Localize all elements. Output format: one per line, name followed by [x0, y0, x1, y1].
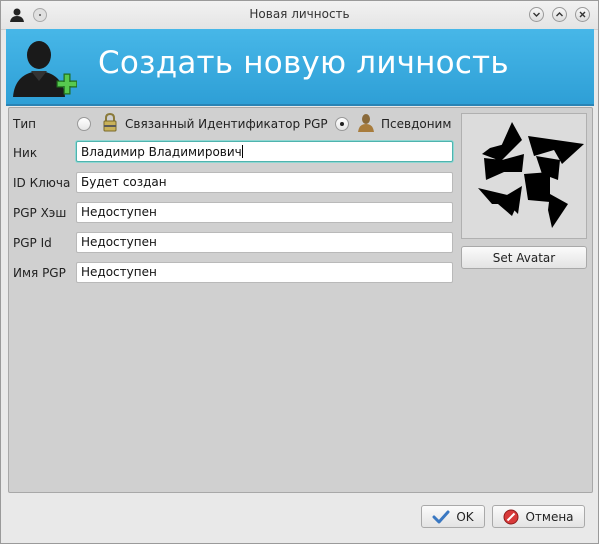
chevron-down-icon [533, 12, 540, 17]
ok-label: OK [456, 509, 474, 524]
minimize-button[interactable] [529, 7, 544, 22]
pgp-name-label: Имя PGP [13, 266, 66, 280]
dialog-window: Новая личность Создать новую личность Ти… [0, 0, 599, 544]
text-cursor [241, 145, 243, 158]
lock-icon [103, 113, 117, 132]
identicon [478, 122, 584, 228]
set-avatar-button[interactable]: Set Avatar [461, 246, 587, 269]
cancel-label: Отмена [525, 509, 574, 524]
pgp-id-label: PGP Id [13, 236, 52, 250]
pgp-hash-field[interactable]: Недоступен [76, 202, 453, 223]
set-avatar-label: Set Avatar [492, 250, 556, 265]
page-title: Создать новую личность [98, 45, 509, 81]
pgp-hash-label: PGP Хэш [13, 206, 67, 220]
pgp-name-field[interactable]: Недоступен [76, 262, 453, 283]
close-button[interactable] [575, 7, 590, 22]
cancel-icon [503, 509, 519, 524]
nick-label: Ник [13, 146, 38, 160]
chevron-up-icon [556, 12, 563, 17]
radio-pseudonym[interactable] [335, 117, 349, 131]
ok-button[interactable]: OK [421, 505, 485, 528]
radio-linked-pgp[interactable] [77, 117, 91, 131]
radio-linked-pgp-label: Связанный Идентификатор PGP [125, 117, 328, 131]
cancel-button[interactable]: Отмена [492, 505, 585, 528]
radio-pseudonym-label: Псевдоним [381, 117, 452, 131]
key-id-field[interactable]: Будет создан [76, 172, 453, 193]
key-id-label: ID Ключа [13, 176, 71, 190]
nick-value: Владимир Владимирович [81, 145, 242, 159]
nick-input[interactable]: Владимир Владимирович [76, 141, 453, 162]
avatar-image [461, 113, 587, 239]
close-icon [579, 11, 586, 18]
pgp-id-field[interactable]: Недоступен [76, 232, 453, 253]
window-title: Новая личность [249, 7, 350, 21]
maximize-button[interactable] [552, 7, 567, 22]
header-banner: Создать новую личность [6, 29, 594, 106]
titlebar: Новая личность [1, 1, 598, 30]
type-label: Тип [13, 117, 36, 131]
check-icon [432, 510, 450, 523]
add-identity-icon [13, 41, 77, 97]
pseudonym-icon [358, 114, 374, 132]
